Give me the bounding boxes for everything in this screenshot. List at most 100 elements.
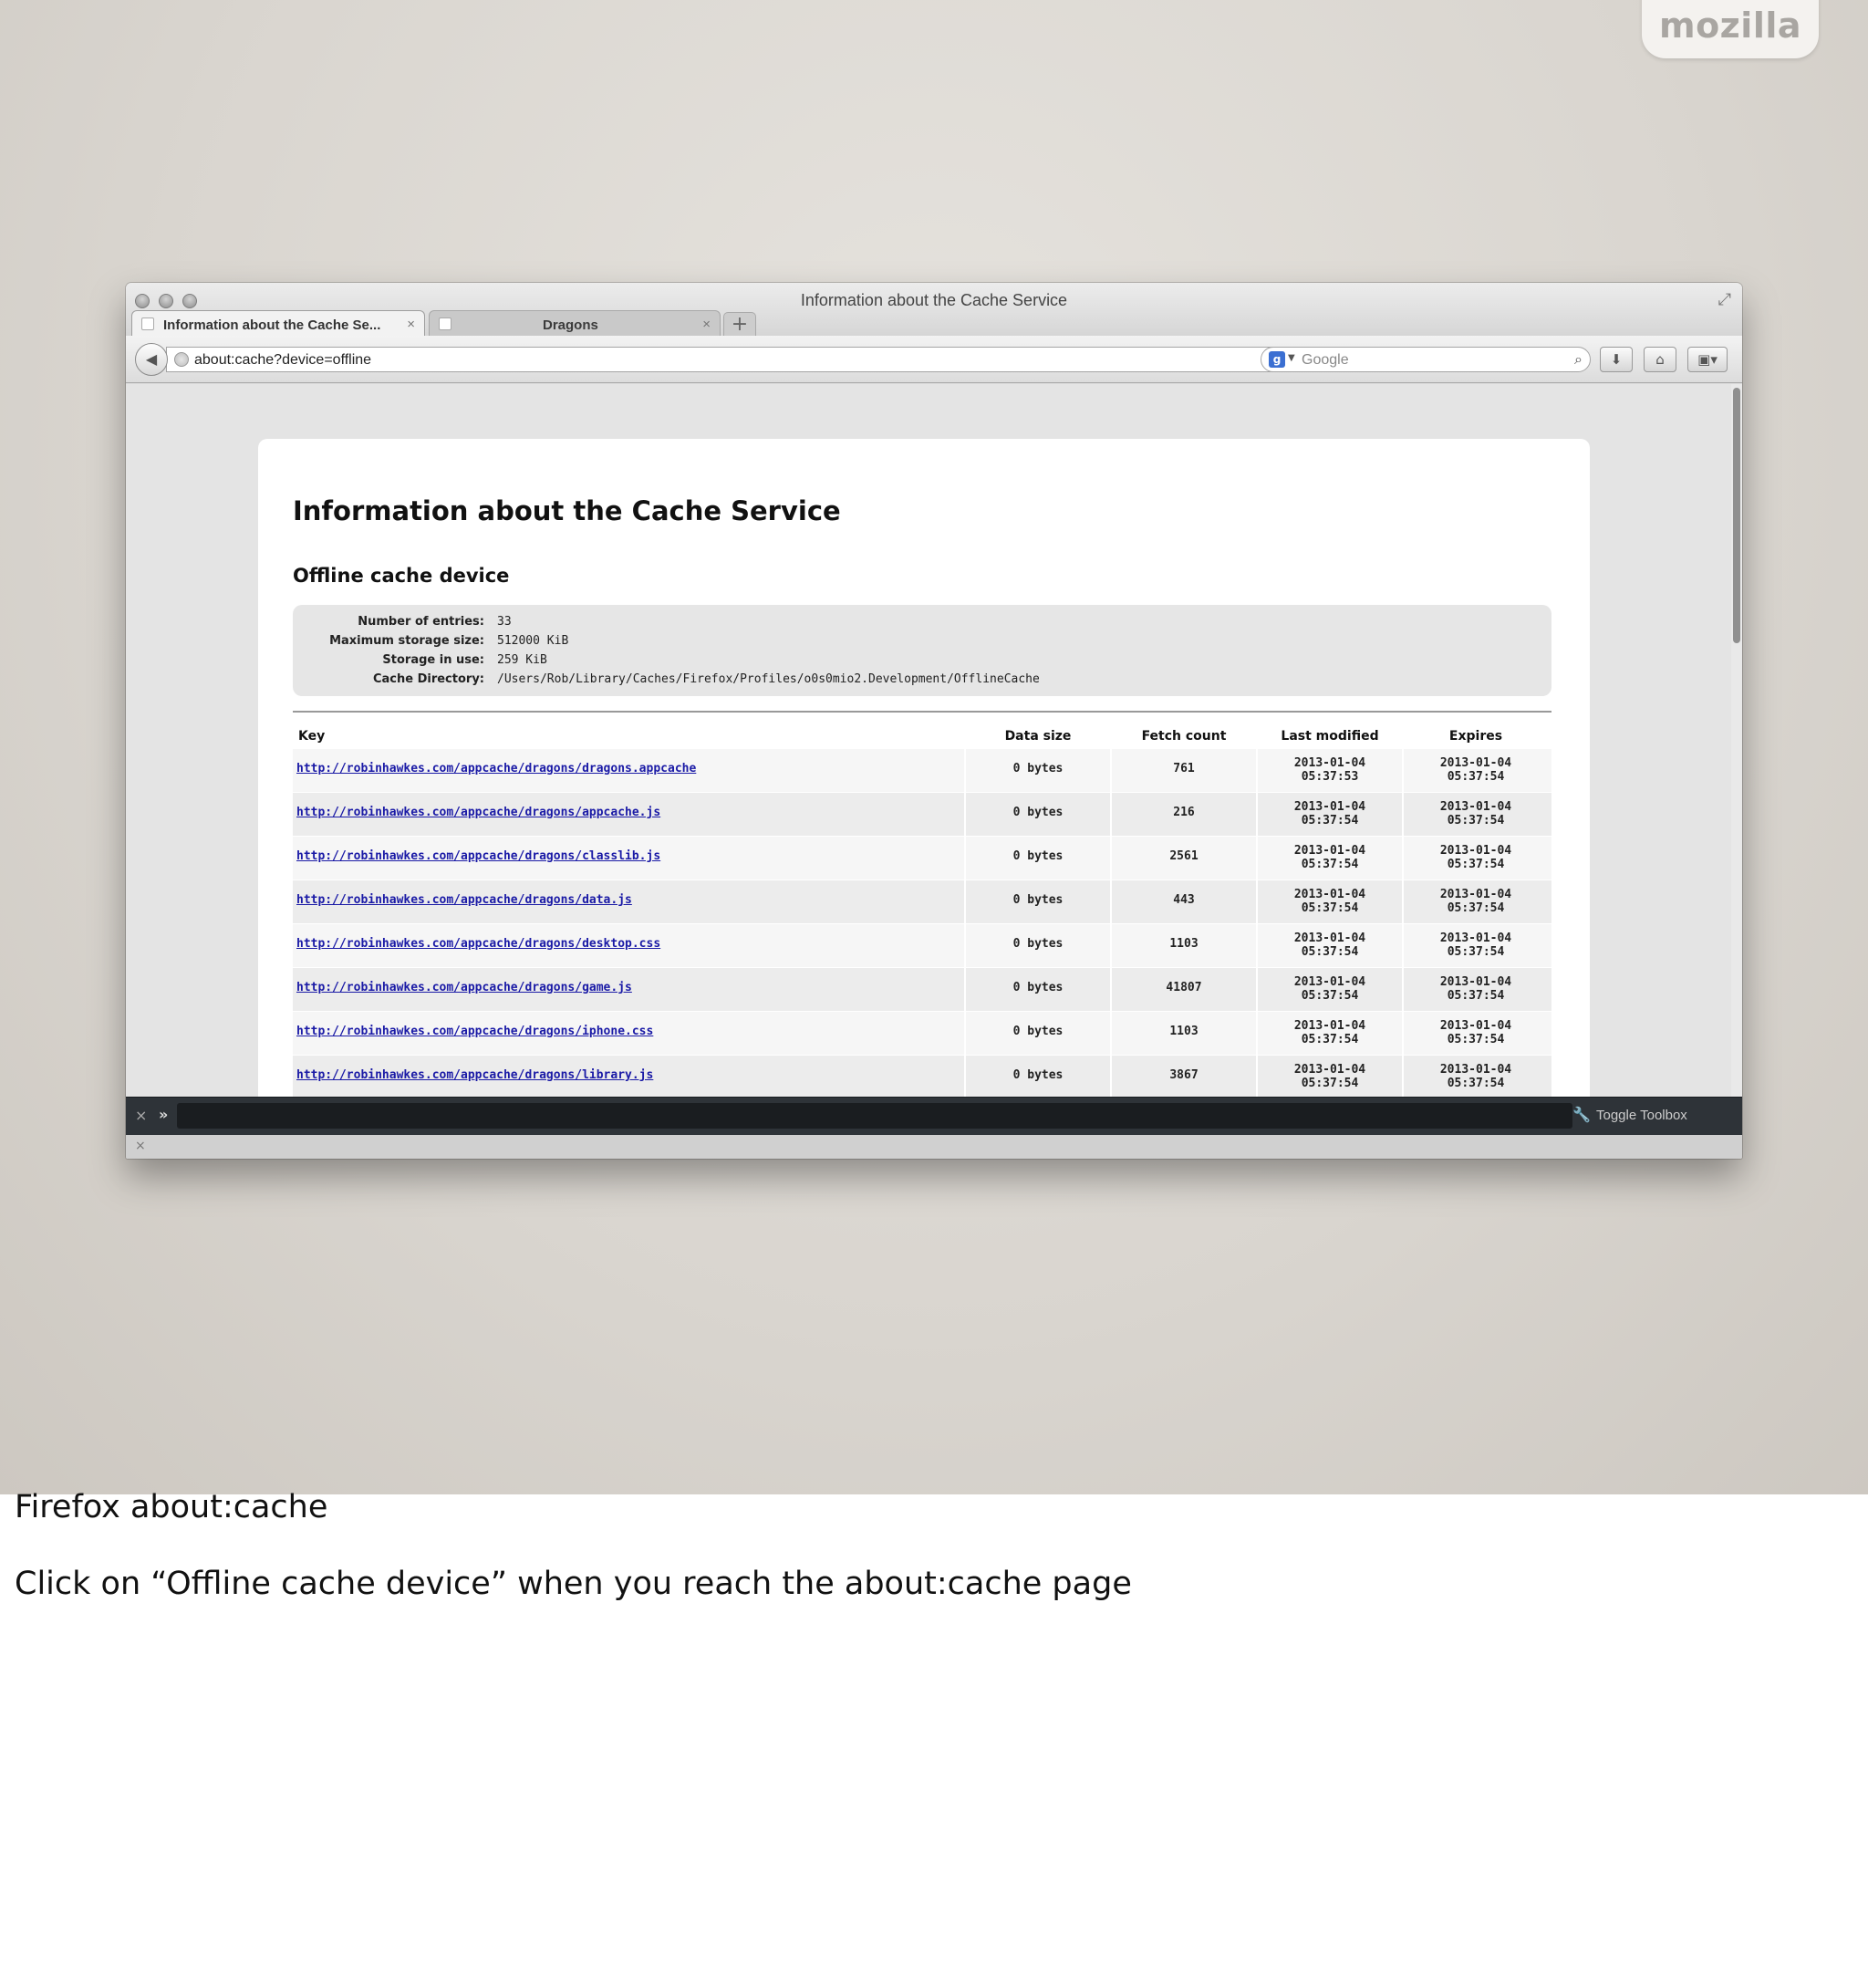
scrollbar-thumb[interactable] <box>1733 388 1740 643</box>
column-header-data-size: Data size <box>1004 729 1072 744</box>
key-cell: http://robinhawkes.com/appcache/dragons/… <box>293 749 964 792</box>
table-row: http://robinhawkes.com/appcache/dragons/… <box>293 793 1551 837</box>
search-engine-icon[interactable]: g <box>1269 351 1285 368</box>
info-label: Number of entries: <box>358 615 484 629</box>
last-modified-time: 05:37:54 <box>1301 814 1359 827</box>
tab-dragons[interactable]: Dragons × <box>429 310 721 338</box>
last-modified-time: 05:37:54 <box>1301 858 1359 871</box>
toggle-toolbox-button[interactable]: Toggle Toolbox <box>1596 1108 1687 1123</box>
last-modified-date: 2013-01-04 <box>1293 800 1366 814</box>
last-modified-cell: 2013-01-04 05:37:54 <box>1258 968 1402 1011</box>
key-cell: http://robinhawkes.com/appcache/dragons/… <box>293 924 964 967</box>
data-size-cell: 0 bytes <box>966 1012 1110 1055</box>
url-text[interactable]: about:cache?device=offline <box>194 352 371 369</box>
downloads-button[interactable]: ⬇ <box>1600 347 1633 372</box>
data-size-cell: 0 bytes <box>966 880 1110 923</box>
fetch-count-value: 761 <box>1173 762 1195 775</box>
data-size-value: 0 bytes <box>1012 937 1064 951</box>
data-size-cell: 0 bytes <box>966 749 1110 792</box>
tab-label: Dragons <box>543 317 598 333</box>
last-modified-time: 05:37:54 <box>1301 1033 1359 1046</box>
expires-cell: 2013-01-04 05:37:54 <box>1404 1056 1548 1097</box>
tab-cache-info[interactable]: Information about the Cache Se... × <box>131 310 425 338</box>
bookmarks-menu-button[interactable]: ▣▾ <box>1687 347 1728 372</box>
engine-dropdown-icon[interactable]: ▼ <box>1288 353 1295 363</box>
cache-entry-link[interactable]: http://robinhawkes.com/appcache/dragons/… <box>296 937 660 951</box>
page-content: Information about the Cache Service Offl… <box>126 384 1731 1097</box>
tab-close-icon[interactable]: × <box>702 317 711 332</box>
table-row: http://robinhawkes.com/appcache/dragons/… <box>293 1012 1551 1056</box>
key-cell: http://robinhawkes.com/appcache/dragons/… <box>293 968 964 1011</box>
close-addon-bar-icon[interactable]: × <box>135 1139 146 1153</box>
last-modified-time: 05:37:54 <box>1301 901 1359 915</box>
expires-date: 2013-01-04 <box>1439 975 1512 989</box>
fetch-count-value: 1103 <box>1169 937 1199 951</box>
last-modified-date: 2013-01-04 <box>1293 1063 1366 1077</box>
fetch-count-cell: 761 <box>1112 749 1256 792</box>
fullscreen-icon[interactable]: ⤢ <box>1718 290 1731 309</box>
info-label: Cache Directory: <box>372 672 484 686</box>
url-bar[interactable]: about:cache?device=offline ☆ ▼ ↻ <box>166 347 1375 372</box>
browser-window: Information about the Cache Service ⤢ In… <box>126 283 1742 1159</box>
data-size-value: 0 bytes <box>1012 762 1064 775</box>
expires-date: 2013-01-04 <box>1439 756 1512 770</box>
page-favicon-icon <box>141 317 154 330</box>
cache-entries-table: Key Data size Fetch count Last modified … <box>293 722 1551 1097</box>
tab-close-icon[interactable]: × <box>407 317 415 332</box>
info-row: Storage in use: 259 KiB <box>293 653 1551 671</box>
key-cell: http://robinhawkes.com/appcache/dragons/… <box>293 793 964 836</box>
data-size-value: 0 bytes <box>1012 1025 1064 1038</box>
last-modified-date: 2013-01-04 <box>1293 1019 1366 1033</box>
back-button[interactable]: ◀ <box>135 343 168 376</box>
table-body: http://robinhawkes.com/appcache/dragons/… <box>293 749 1551 1097</box>
info-label: Storage in use: <box>382 653 484 667</box>
table-row: http://robinhawkes.com/appcache/dragons/… <box>293 924 1551 968</box>
data-size-value: 0 bytes <box>1012 981 1064 994</box>
table-row: http://robinhawkes.com/appcache/dragons/… <box>293 1056 1551 1097</box>
last-modified-cell: 2013-01-04 05:37:54 <box>1258 793 1402 836</box>
expires-date: 2013-01-04 <box>1439 888 1512 901</box>
cache-info-box: Number of entries: 33 Maximum storage si… <box>293 605 1551 696</box>
new-tab-button[interactable]: + <box>723 312 756 338</box>
search-input[interactable]: Google <box>1302 352 1349 369</box>
expires-date: 2013-01-04 <box>1439 800 1512 814</box>
data-size-value: 0 bytes <box>1012 849 1064 863</box>
cache-entry-link[interactable]: http://robinhawkes.com/appcache/dragons/… <box>296 762 696 775</box>
cache-entry-link[interactable]: http://robinhawkes.com/appcache/dragons/… <box>296 1025 653 1038</box>
cache-entry-link[interactable]: http://robinhawkes.com/appcache/dragons/… <box>296 893 632 907</box>
info-value: 259 KiB <box>497 653 547 667</box>
table-row: http://robinhawkes.com/appcache/dragons/… <box>293 968 1551 1012</box>
expires-time: 05:37:54 <box>1447 901 1505 915</box>
fetch-count-value: 1103 <box>1169 1025 1199 1038</box>
expires-time: 05:37:54 <box>1447 858 1505 871</box>
last-modified-date: 2013-01-04 <box>1293 756 1366 770</box>
close-toolbar-icon[interactable]: × <box>135 1107 147 1124</box>
cache-entry-link[interactable]: http://robinhawkes.com/appcache/dragons/… <box>296 1068 653 1082</box>
expires-time: 05:37:54 <box>1447 945 1505 959</box>
vertical-scrollbar[interactable] <box>1731 384 1742 1097</box>
data-size-cell: 0 bytes <box>966 837 1110 880</box>
search-icon[interactable]: ⌕ <box>1574 350 1583 369</box>
last-modified-date: 2013-01-04 <box>1293 975 1366 989</box>
column-header-expires: Expires <box>1448 729 1503 744</box>
expires-cell: 2013-01-04 05:37:54 <box>1404 1012 1548 1055</box>
table-row: http://robinhawkes.com/appcache/dragons/… <box>293 880 1551 924</box>
home-button[interactable]: ⌂ <box>1644 347 1676 372</box>
command-line-input[interactable] <box>177 1103 1572 1129</box>
expires-cell: 2013-01-04 05:37:54 <box>1404 837 1548 880</box>
mozilla-logo-text: mozilla <box>1658 5 1802 46</box>
expires-date: 2013-01-04 <box>1439 844 1512 858</box>
info-row: Number of entries: 33 <box>293 615 1551 633</box>
cache-entry-link[interactable]: http://robinhawkes.com/appcache/dragons/… <box>296 849 660 863</box>
expires-date: 2013-01-04 <box>1439 932 1512 945</box>
info-value: 512000 KiB <box>497 634 569 648</box>
key-cell: http://robinhawkes.com/appcache/dragons/… <box>293 880 964 923</box>
cache-entry-link[interactable]: http://robinhawkes.com/appcache/dragons/… <box>296 806 660 819</box>
column-header-last-modified: Last modified <box>1281 729 1379 744</box>
last-modified-cell: 2013-01-04 05:37:54 <box>1258 1056 1402 1097</box>
site-identity-icon[interactable] <box>174 352 189 367</box>
last-modified-date: 2013-01-04 <box>1293 888 1366 901</box>
tab-label: Information about the Cache Se... <box>163 317 381 333</box>
cache-entry-link[interactable]: http://robinhawkes.com/appcache/dragons/… <box>296 981 632 994</box>
search-bar[interactable]: g ▼ Google ⌕ <box>1261 347 1591 372</box>
